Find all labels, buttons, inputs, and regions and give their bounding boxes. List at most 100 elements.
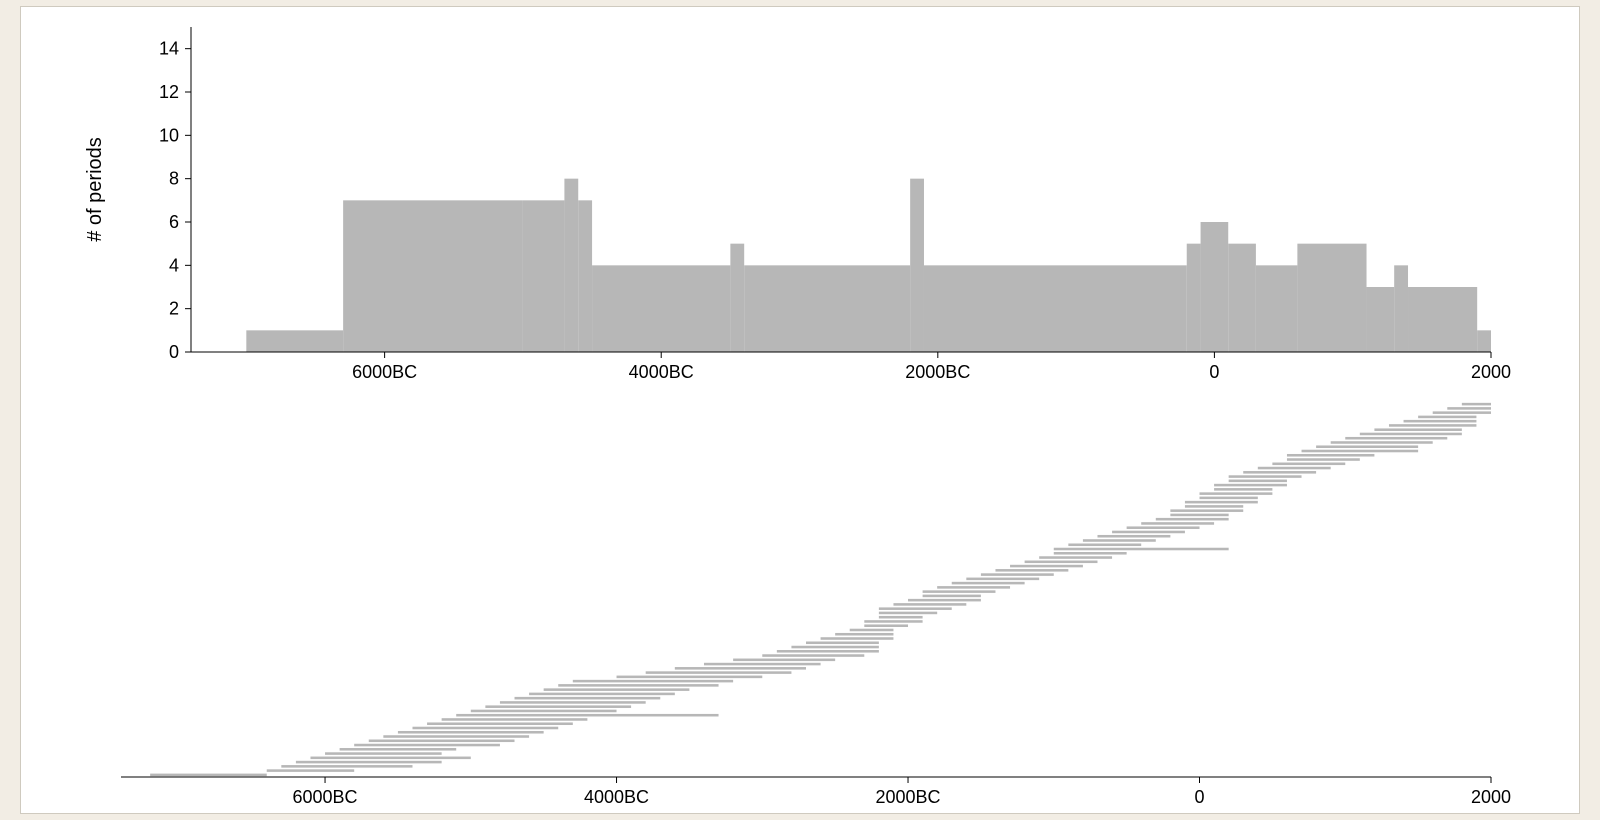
histogram-bar: [1187, 244, 1201, 352]
period-interval: [1243, 471, 1316, 474]
histogram-bar: [910, 179, 924, 352]
period-interval: [1447, 407, 1491, 410]
x-tick-label: 4000BC: [629, 362, 694, 382]
x-tick-label: 2000BC: [905, 362, 970, 382]
period-interval: [340, 748, 457, 751]
period-interval: [1054, 552, 1127, 555]
period-interval: [923, 590, 996, 593]
x-tick-label: 6000BC: [293, 787, 358, 807]
x-tick-label: 2000: [1471, 362, 1511, 382]
period-interval: [1127, 526, 1200, 529]
period-interval: [1185, 501, 1258, 504]
period-interval: [879, 616, 923, 619]
period-interval: [456, 714, 718, 717]
histogram-bar: [730, 244, 744, 352]
period-interval: [1112, 531, 1185, 534]
period-interval: [325, 752, 442, 755]
y-tick-label: 12: [159, 82, 179, 102]
period-interval: [617, 676, 763, 679]
period-interval: [850, 629, 894, 632]
period-interval: [383, 735, 529, 738]
period-interval: [762, 654, 864, 657]
period-interval: [1214, 488, 1272, 491]
period-interval: [1200, 497, 1258, 500]
period-interval: [1025, 561, 1098, 564]
period-interval: [1302, 450, 1419, 453]
period-interval: [1097, 535, 1170, 538]
histogram-bar: [1228, 244, 1256, 352]
y-tick-label: 6: [169, 212, 179, 232]
period-interval: [995, 569, 1068, 572]
period-interval: [1068, 543, 1141, 546]
y-tick-label: 4: [169, 255, 179, 275]
histogram-bar: [1367, 287, 1395, 352]
period-interval: [1010, 565, 1083, 568]
period-interval: [1287, 454, 1374, 457]
histogram-bar: [564, 179, 578, 352]
histogram-bar: [1477, 330, 1491, 352]
histogram-bar: [578, 200, 592, 352]
period-interval: [966, 578, 1039, 581]
period-interval: [1389, 424, 1476, 427]
histogram-bar: [744, 265, 910, 352]
histogram-bar: [1394, 265, 1408, 352]
period-interval: [864, 620, 922, 623]
y-tick-label: 10: [159, 125, 179, 145]
period-interval: [1316, 445, 1418, 448]
period-interval: [1185, 505, 1243, 508]
period-interval: [1229, 480, 1287, 483]
period-interval: [1345, 437, 1447, 440]
period-interval: [777, 650, 879, 653]
period-interval: [1039, 556, 1112, 559]
y-tick-label: 0: [169, 342, 179, 362]
period-interval: [529, 693, 675, 696]
period-interval: [952, 582, 1025, 585]
period-interval: [544, 688, 690, 691]
x-tick-label: 6000BC: [352, 362, 417, 382]
period-interval: [1374, 428, 1461, 431]
period-interval: [500, 701, 646, 704]
histogram-bar: [343, 200, 523, 352]
period-interval: [471, 710, 617, 713]
period-interval: [923, 595, 981, 598]
period-interval: [296, 761, 442, 764]
period-interval: [558, 684, 718, 687]
period-interval: [879, 607, 952, 610]
x-tick-label: 4000BC: [584, 787, 649, 807]
period-interval: [675, 667, 806, 670]
y-axis-label: # of periods: [84, 137, 106, 242]
period-interval: [791, 646, 878, 649]
period-interval: [908, 599, 981, 602]
y-tick-label: 8: [169, 169, 179, 189]
period-interval: [515, 697, 661, 700]
period-interval: [412, 727, 558, 730]
period-interval: [1272, 463, 1345, 466]
y-tick-label: 2: [169, 299, 179, 319]
period-interval: [281, 765, 412, 768]
period-interval: [1331, 441, 1433, 444]
histogram-bar: [1201, 222, 1229, 352]
histogram-bar: [246, 330, 343, 352]
x-tick-label: 0: [1209, 362, 1219, 382]
chart-panel: 024681012146000BC4000BC2000BC02000# of p…: [20, 6, 1580, 814]
period-interval: [310, 757, 470, 760]
period-interval: [573, 680, 733, 683]
period-interval: [1404, 420, 1477, 423]
period-interval: [442, 718, 588, 721]
period-interval: [427, 722, 573, 725]
period-interval: [835, 633, 893, 636]
histogram-bar: [1297, 244, 1366, 352]
period-interval: [646, 671, 792, 674]
period-interval: [981, 573, 1054, 576]
period-interval: [150, 774, 267, 777]
period-interval: [1200, 492, 1273, 495]
period-interval: [369, 740, 515, 743]
period-interval: [1462, 403, 1491, 406]
period-interval: [1083, 539, 1156, 542]
x-tick-label: 2000BC: [875, 787, 940, 807]
period-interval: [879, 612, 937, 615]
histogram-bar: [523, 200, 564, 352]
period-interval: [1214, 484, 1287, 487]
period-interval: [1258, 467, 1331, 470]
period-interval: [1054, 548, 1229, 551]
